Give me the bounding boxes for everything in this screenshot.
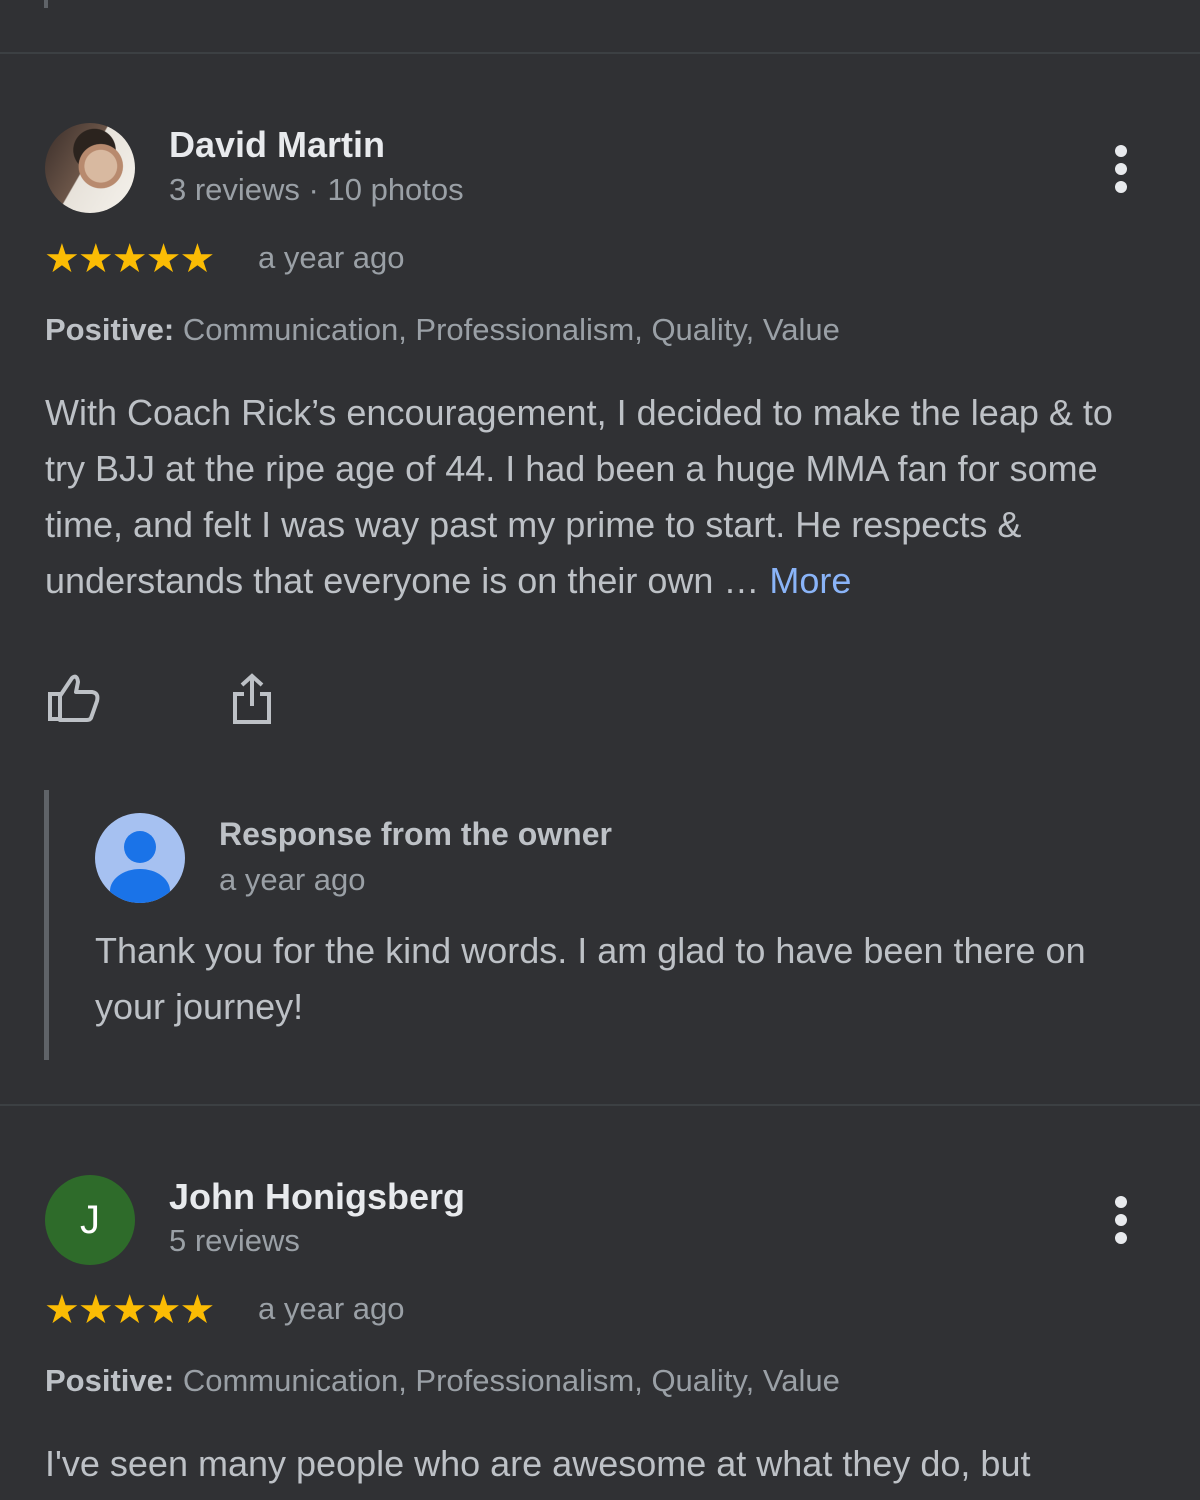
- star-rating: ★★★★★: [44, 1288, 215, 1332]
- review-divider: [0, 52, 1200, 54]
- owner-response-time: a year ago: [219, 862, 366, 897]
- positive-attributes: Positive: Communication, Professionalism…: [45, 1363, 840, 1399]
- star-rating: ★★★★★: [44, 237, 215, 281]
- more-vert-icon[interactable]: [1106, 142, 1136, 196]
- owner-response-text: Thank you for the kind words. I am glad …: [95, 930, 1086, 1027]
- owner-response-bar: [44, 790, 49, 1060]
- reviewer-name[interactable]: John Honigsberg: [169, 1176, 465, 1218]
- positive-values: Communication, Professionalism, Quality,…: [174, 1363, 840, 1398]
- review-time: a year ago: [258, 1291, 405, 1326]
- thumbs-up-icon[interactable]: [45, 670, 103, 731]
- review-text: I've seen many people who are awesome at…: [45, 1443, 1031, 1484]
- more-link[interactable]: More: [769, 560, 851, 601]
- reviewer-avatar[interactable]: [45, 123, 135, 213]
- previous-review-owner-bar: [44, 0, 48, 8]
- review-divider: [0, 1104, 1200, 1106]
- positive-values: Communication, Professionalism, Quality,…: [174, 312, 840, 347]
- more-vert-icon[interactable]: [1106, 1193, 1136, 1247]
- share-icon[interactable]: [228, 672, 276, 733]
- review-text-body: With Coach Rick’s encouragement, I decid…: [45, 392, 1113, 601]
- reviewer-meta: 3 reviews · 10 photos: [169, 172, 464, 207]
- reviewer-avatar[interactable]: J: [45, 1175, 135, 1265]
- owner-avatar: [95, 813, 185, 903]
- positive-label: Positive:: [45, 1363, 175, 1398]
- review-time: a year ago: [258, 240, 405, 275]
- positive-label: Positive:: [45, 312, 175, 347]
- owner-response-title: Response from the owner: [219, 816, 612, 852]
- reviewer-meta: 5 reviews: [169, 1223, 300, 1258]
- positive-attributes: Positive: Communication, Professionalism…: [45, 312, 840, 348]
- reviewer-name[interactable]: David Martin: [169, 124, 385, 166]
- review-text: With Coach Rick’s encouragement, I decid…: [45, 385, 1155, 609]
